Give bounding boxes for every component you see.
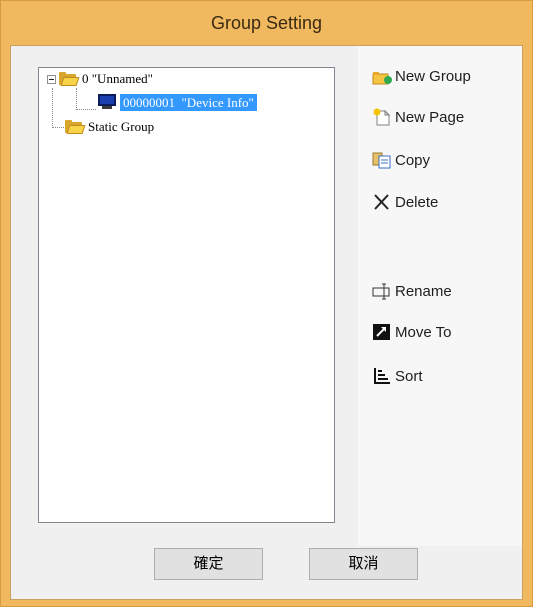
move-to-label: Move To <box>395 323 452 341</box>
new-folder-icon <box>372 67 392 85</box>
group-tree-view[interactable]: 0 "Unnamed" 00000001 "Device Info" Stati… <box>38 67 335 523</box>
device-id: 00000001 <box>123 94 175 110</box>
rename-label: Rename <box>395 282 452 300</box>
window-title: Group Setting <box>210 13 323 33</box>
new-page-icon <box>372 108 392 126</box>
delete-label: Delete <box>395 193 439 211</box>
selected-device-label: 00000001 "Device Info" <box>120 93 257 111</box>
tree-item-label: 0 "Unnamed" <box>82 71 153 86</box>
open-folder-icon <box>58 71 80 87</box>
rename-button[interactable]: Rename <box>372 282 452 300</box>
cancel-button[interactable]: 取消 <box>309 548 418 580</box>
sort-icon <box>372 367 392 385</box>
title-bar[interactable]: Group Setting <box>1 1 532 45</box>
left-pane: 0 "Unnamed" 00000001 "Device Info" Stati… <box>11 46 358 599</box>
new-group-label: New Group <box>395 67 471 85</box>
tree-item-static-group[interactable]: Static Group <box>64 118 154 136</box>
tree-item-group-0[interactable]: 0 "Unnamed" <box>47 70 153 88</box>
new-page-button[interactable]: New Page <box>372 108 464 126</box>
delete-button[interactable]: Delete <box>372 193 438 211</box>
copy-button[interactable]: Copy <box>372 151 430 169</box>
tree-connector-line <box>76 109 96 110</box>
new-page-label: New Page <box>395 108 465 126</box>
ok-button[interactable]: 確定 <box>154 548 263 580</box>
delete-x-icon <box>372 193 392 211</box>
device-name: "Device Info" <box>181 94 254 110</box>
tree-connector-line <box>76 88 77 110</box>
tree-item-label: Static Group <box>88 119 155 134</box>
rename-icon <box>372 282 392 300</box>
group-setting-window: Group Setting 0 "Unnamed" 00000001 "Devi… <box>0 0 533 607</box>
tree-connector-line <box>52 88 53 128</box>
dialog-client-area: 0 "Unnamed" 00000001 "Device Info" Stati… <box>10 45 523 600</box>
sort-button[interactable]: Sort <box>372 367 423 385</box>
copy-label: Copy <box>395 151 431 169</box>
new-group-button[interactable]: New Group <box>372 67 471 85</box>
tree-connector-line <box>52 127 64 128</box>
tree-item-device[interactable]: 00000001 "Device Info" <box>97 93 257 111</box>
sort-label: Sort <box>395 367 423 385</box>
move-arrow-icon <box>372 323 392 341</box>
move-to-button[interactable]: Move To <box>372 323 451 341</box>
monitor-icon <box>97 94 117 110</box>
open-folder-icon <box>64 119 86 135</box>
copy-icon <box>372 151 392 169</box>
collapse-toggle-icon[interactable] <box>47 74 56 84</box>
action-pane: New Group New Page Copy Delete Rename Mo… <box>358 46 522 546</box>
